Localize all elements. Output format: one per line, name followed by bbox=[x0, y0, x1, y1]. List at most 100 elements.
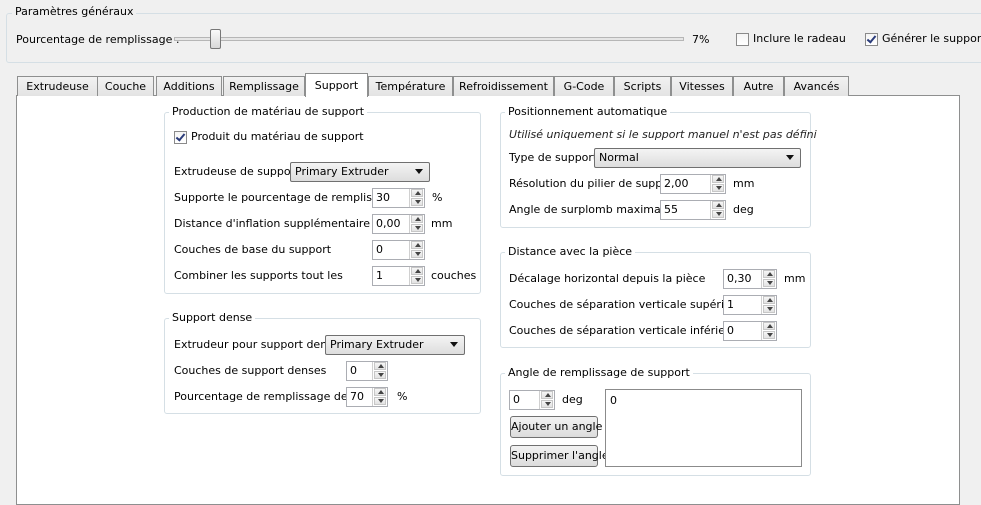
include-raft-label[interactable]: Inclure le radeau bbox=[753, 32, 846, 46]
base-layers-spinbox[interactable]: 0 bbox=[372, 240, 425, 260]
pillar-resolution-unit: mm bbox=[733, 177, 755, 190]
auto-positioning-title: Positionnement automatique bbox=[505, 105, 671, 118]
tab-vitesses[interactable]: Vitesses bbox=[671, 76, 733, 96]
tab-avances[interactable]: Avancés bbox=[784, 76, 849, 96]
overhang-angle-unit: deg bbox=[733, 203, 754, 216]
spin-up-icon[interactable] bbox=[541, 391, 553, 399]
top-separation-value: 1 bbox=[727, 298, 734, 311]
fill-angle-spinbox[interactable]: 0 bbox=[509, 390, 555, 410]
support-fill-percentage-unit: % bbox=[432, 191, 443, 204]
generate-support-label[interactable]: Générer le support bbox=[882, 32, 981, 46]
dense-fill-spinbox[interactable]: 70 bbox=[346, 387, 388, 407]
auto-positioning-note: Utilisé uniquement si le support manuel … bbox=[509, 128, 817, 141]
list-item[interactable]: 0 bbox=[610, 394, 617, 408]
produce-support-label[interactable]: Produit du matériau de support bbox=[191, 130, 364, 144]
overhang-angle-spinbox[interactable]: 55 bbox=[660, 200, 726, 220]
spin-up-icon[interactable] bbox=[411, 241, 423, 249]
support-type-select[interactable]: Normal bbox=[594, 148, 801, 168]
inflation-distance-value: 0,00 bbox=[376, 217, 401, 230]
generate-support-checkbox[interactable] bbox=[865, 33, 878, 46]
add-angle-button[interactable]: Ajouter un angle bbox=[510, 416, 602, 438]
tab-scripts[interactable]: Scripts bbox=[614, 76, 671, 96]
spin-up-icon[interactable] bbox=[763, 270, 775, 278]
spin-down-icon[interactable] bbox=[712, 210, 724, 218]
support-tab-panel bbox=[16, 95, 960, 505]
tab-temperature[interactable]: Température bbox=[368, 76, 453, 96]
tab-autre[interactable]: Autre bbox=[733, 76, 784, 96]
checkmark-icon bbox=[866, 33, 877, 44]
fill-percentage-value: 7% bbox=[692, 33, 710, 46]
support-production-title: Production de matériau de support bbox=[169, 105, 368, 118]
tab-extrudeuse[interactable]: Extrudeuse bbox=[17, 76, 98, 96]
spin-up-icon[interactable] bbox=[411, 215, 423, 223]
top-separation-spinbox[interactable]: 1 bbox=[723, 295, 777, 315]
spin-down-icon[interactable] bbox=[374, 371, 386, 379]
include-raft-checkbox[interactable] bbox=[736, 33, 749, 46]
spin-up-icon[interactable] bbox=[712, 175, 724, 183]
spin-down-icon[interactable] bbox=[411, 198, 423, 206]
spin-up-icon[interactable] bbox=[763, 322, 775, 330]
support-extruder-label: Extrudeuse de support bbox=[174, 165, 300, 178]
fill-percentage-label: Pourcentage de remplissage : bbox=[16, 33, 180, 46]
spin-up-icon[interactable] bbox=[374, 388, 386, 396]
produce-support-checkbox[interactable] bbox=[174, 131, 187, 144]
spin-down-icon[interactable] bbox=[763, 331, 775, 339]
bottom-separation-label: Couches de séparation verticale inférieu… bbox=[509, 324, 744, 337]
fill-percentage-slider-handle[interactable] bbox=[210, 29, 221, 49]
dense-fill-value: 70 bbox=[350, 390, 364, 403]
inflation-distance-unit: mm bbox=[431, 217, 453, 230]
bottom-separation-spinbox[interactable]: 0 bbox=[723, 321, 777, 341]
spin-up-icon[interactable] bbox=[712, 201, 724, 209]
support-fill-percentage-spinbox[interactable]: 30 bbox=[372, 188, 425, 208]
spin-down-icon[interactable] bbox=[712, 184, 724, 192]
dense-support-title: Support dense bbox=[169, 311, 256, 324]
dense-layers-label: Couches de support denses bbox=[174, 364, 327, 377]
fill-percentage-slider-track[interactable] bbox=[174, 37, 684, 41]
spin-down-icon[interactable] bbox=[763, 279, 775, 287]
spin-down-icon[interactable] bbox=[411, 224, 423, 232]
combine-supports-label: Combiner les supports tout les bbox=[174, 269, 343, 282]
dense-layers-value: 0 bbox=[350, 364, 357, 377]
fill-angle-title: Angle de remplissage de support bbox=[505, 366, 693, 379]
dense-layers-spinbox[interactable]: 0 bbox=[346, 361, 388, 381]
tab-couche[interactable]: Couche bbox=[97, 76, 154, 96]
pillar-resolution-spinbox[interactable]: 2,00 bbox=[660, 174, 726, 194]
support-type-label: Type de support bbox=[509, 151, 598, 164]
spin-up-icon[interactable] bbox=[763, 296, 775, 304]
spin-down-icon[interactable] bbox=[541, 400, 553, 408]
chevron-down-icon bbox=[786, 155, 794, 160]
inflation-distance-spinbox[interactable]: 0,00 bbox=[372, 214, 425, 234]
tab-g-code[interactable]: G-Code bbox=[554, 76, 614, 96]
horizontal-offset-unit: mm bbox=[784, 272, 806, 285]
combine-supports-spinbox[interactable]: 1 bbox=[372, 266, 425, 286]
dense-extruder-value: Primary Extruder bbox=[330, 338, 424, 351]
support-fill-percentage-label: Supporte le pourcentage de remplissage bbox=[174, 191, 399, 204]
spin-down-icon[interactable] bbox=[374, 397, 386, 405]
spin-down-icon[interactable] bbox=[411, 250, 423, 258]
fill-angle-list[interactable]: 0 bbox=[605, 389, 802, 467]
support-fill-percentage-value: 30 bbox=[376, 191, 390, 204]
spin-up-icon[interactable] bbox=[411, 189, 423, 197]
tab-additions[interactable]: Additions bbox=[156, 76, 222, 96]
chevron-down-icon bbox=[415, 169, 423, 174]
inflation-distance-label: Distance d'inflation supplémentaire bbox=[174, 217, 370, 230]
spin-up-icon[interactable] bbox=[374, 362, 386, 370]
support-type-value: Normal bbox=[599, 151, 639, 164]
tab-support[interactable]: Support bbox=[305, 73, 368, 97]
support-extruder-value: Primary Extruder bbox=[295, 165, 389, 178]
bottom-separation-value: 0 bbox=[727, 324, 734, 337]
tab-refroidissement[interactable]: Refroidissement bbox=[453, 76, 554, 96]
horizontal-offset-spinbox[interactable]: 0,30 bbox=[723, 269, 777, 289]
tab-remplissage[interactable]: Remplissage bbox=[223, 76, 305, 96]
general-settings-title: Paramètres généraux bbox=[12, 5, 137, 18]
remove-angle-button[interactable]: Supprimer l'angle bbox=[510, 445, 609, 467]
support-extruder-select[interactable]: Primary Extruder bbox=[290, 162, 430, 182]
spin-down-icon[interactable] bbox=[411, 276, 423, 284]
dense-extruder-select[interactable]: Primary Extruder bbox=[325, 335, 465, 355]
combine-supports-unit: couches bbox=[431, 269, 477, 282]
spin-up-icon[interactable] bbox=[411, 267, 423, 275]
checkmark-icon bbox=[175, 131, 186, 142]
spin-down-icon[interactable] bbox=[763, 305, 775, 313]
overhang-angle-label: Angle de surplomb maximal bbox=[509, 203, 664, 216]
fill-angle-unit: deg bbox=[562, 393, 583, 406]
